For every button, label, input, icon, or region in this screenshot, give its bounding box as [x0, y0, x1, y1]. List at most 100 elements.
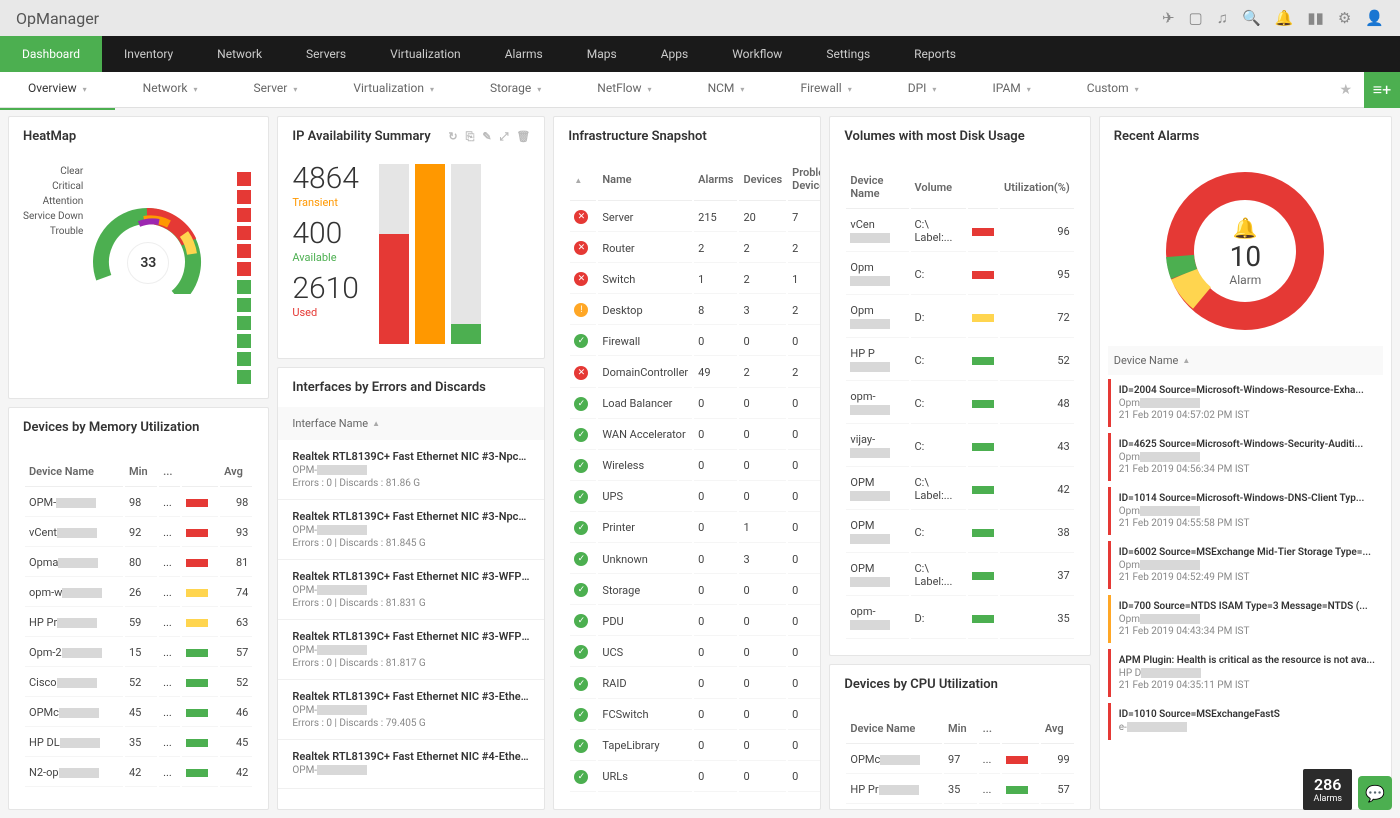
table-row[interactable]: vCenC:\ Label:...96	[846, 211, 1073, 252]
alarm-item[interactable]: ID=4625 Source=Microsoft-Windows-Securit…	[1108, 433, 1383, 481]
nav-tab-maps[interactable]: Maps	[565, 36, 639, 72]
delete-icon[interactable]: 🗑	[516, 130, 530, 144]
table-row[interactable]: ✓FCSwitch000	[570, 701, 821, 730]
subnav-firewall[interactable]: Firewall▾	[772, 70, 879, 110]
table-row[interactable]: OPMc97...99	[846, 746, 1073, 774]
alarm-list-header[interactable]: Device Name▲	[1108, 346, 1383, 375]
user-icon[interactable]: 👤	[1365, 9, 1384, 27]
table-row[interactable]: Cisco52...52	[25, 669, 252, 697]
subnav-netflow[interactable]: NetFlow▾	[569, 70, 679, 110]
nav-tab-virtualization[interactable]: Virtualization	[368, 36, 483, 72]
table-row[interactable]: ✓TapeLibrary000	[570, 732, 821, 761]
subnav-ipam[interactable]: IPAM▾	[964, 70, 1058, 110]
table-row[interactable]: N2-op42...42	[25, 759, 252, 787]
table-row[interactable]: OPM-98...98	[25, 489, 252, 517]
table-row[interactable]: ✕Switch121	[570, 265, 821, 294]
subnav-virtualization[interactable]: Virtualization▾	[325, 70, 462, 110]
subnav-ncm[interactable]: NCM▾	[680, 70, 773, 110]
table-row[interactable]: opm-D:35	[846, 598, 1073, 639]
alarm-item[interactable]: APM Plugin: Health is critical as the re…	[1108, 649, 1383, 697]
table-row[interactable]: ✓Firewall000	[570, 327, 821, 356]
nav-tab-dashboard[interactable]: Dashboard	[0, 36, 102, 72]
interface-item[interactable]: Realtek RTL8139C+ Fast Ethernet NIC #3-W…	[278, 620, 544, 680]
alarm-item[interactable]: ID=700 Source=NTDS ISAM Type=3 Message=N…	[1108, 595, 1383, 643]
table-row[interactable]: ✓Printer010	[570, 514, 821, 543]
alarm-float-counter[interactable]: 286 Alarms	[1303, 769, 1352, 810]
table-row[interactable]: ✓UCS000	[570, 638, 821, 667]
table-row[interactable]: OPMC:\ Label:...42	[846, 469, 1073, 510]
volumes-title: Volumes with most Disk Usage	[844, 129, 1024, 144]
table-row[interactable]: Opma80...81	[25, 549, 252, 577]
interface-item[interactable]: Realtek RTL8139C+ Fast Ethernet NIC #3-E…	[278, 680, 544, 740]
interface-item[interactable]: Realtek RTL8139C+ Fast Ethernet NIC #3-N…	[278, 500, 544, 560]
subnav-overview[interactable]: Overview▾	[0, 70, 115, 110]
subnav-custom[interactable]: Custom▾	[1059, 70, 1167, 110]
alarm-item[interactable]: ID=1014 Source=Microsoft-Windows-DNS-Cli…	[1108, 487, 1383, 535]
gear-icon[interactable]: ⚙	[1338, 9, 1351, 27]
table-row[interactable]: HP PC:52	[846, 340, 1073, 381]
nav-tab-settings[interactable]: Settings	[804, 36, 892, 72]
search-icon[interactable]: 🔍	[1242, 9, 1261, 27]
top-icons: ✈ ▢ ♫ 🔍 🔔 ▮▮ ⚙ 👤	[1162, 9, 1384, 27]
subnav-storage[interactable]: Storage▾	[462, 70, 569, 110]
interfaces-header[interactable]: Interface Name▲	[278, 407, 544, 440]
subnav-dpi[interactable]: DPI▾	[880, 70, 965, 110]
table-row[interactable]: HP Pr35...57	[846, 776, 1073, 804]
favorite-icon[interactable]: ★	[1327, 82, 1364, 98]
nav-tab-servers[interactable]: Servers	[284, 36, 368, 72]
table-row[interactable]: HP Pr59...63	[25, 609, 252, 637]
interface-item[interactable]: Realtek RTL8139C+ Fast Ethernet NIC #4-E…	[278, 740, 544, 789]
table-row[interactable]: opm-w26...74	[25, 579, 252, 607]
table-row[interactable]: ✓Storage000	[570, 576, 821, 605]
table-row[interactable]: vijay-C:43	[846, 426, 1073, 467]
interface-item[interactable]: Realtek RTL8139C+ Fast Ethernet NIC #3-W…	[278, 560, 544, 620]
table-row[interactable]: ✕Server215207	[570, 203, 821, 232]
edit-icon[interactable]: ✎	[482, 130, 491, 144]
nav-tab-workflow[interactable]: Workflow	[710, 36, 804, 72]
table-row[interactable]: OpmC:95	[846, 254, 1073, 295]
nav-tab-reports[interactable]: Reports	[892, 36, 978, 72]
alarm-item[interactable]: ID=2004 Source=Microsoft-Windows-Resourc…	[1108, 379, 1383, 427]
subnav-server[interactable]: Server▾	[226, 70, 326, 110]
alarm-item[interactable]: ID=1010 Source=MSExchangeFastSe-	[1108, 703, 1383, 740]
table-row[interactable]: ✓PDU000	[570, 607, 821, 636]
table-row[interactable]: OPMC:38	[846, 512, 1073, 553]
ip-stats: 4864Transient400Available2610Used	[292, 164, 359, 344]
table-row[interactable]: ✓UPS000	[570, 483, 821, 512]
add-widget-button[interactable]: ≡+	[1364, 72, 1400, 108]
table-row[interactable]: ✕DomainController4922	[570, 358, 821, 387]
table-row[interactable]: ✕Router222	[570, 234, 821, 263]
table-row[interactable]: !Desktop832	[570, 296, 821, 325]
interface-item[interactable]: Realtek RTL8139C+ Fast Ethernet NIC #3-N…	[278, 440, 544, 500]
table-row[interactable]: ✓URLs000	[570, 763, 821, 792]
table-row[interactable]: k16-D11...49	[846, 806, 1073, 810]
alarm-item[interactable]: ID=6002 Source=MSExchange Mid-Tier Stora…	[1108, 541, 1383, 589]
table-row[interactable]: ✓Wireless000	[570, 452, 821, 481]
table-row[interactable]: OPMc45...46	[25, 699, 252, 727]
table-row[interactable]: ✓WAN Accelerator000	[570, 421, 821, 450]
headset-icon[interactable]: ♫	[1217, 9, 1228, 27]
nav-tab-network[interactable]: Network	[195, 36, 284, 72]
table-row[interactable]: HP DL35...45	[25, 729, 252, 757]
table-row[interactable]: OPMC:\ Label:...37	[846, 555, 1073, 596]
interfaces-title: Interfaces by Errors and Discards	[292, 380, 485, 395]
nav-tab-apps[interactable]: Apps	[639, 36, 711, 72]
table-row[interactable]: ✓Load Balancer000	[570, 390, 821, 419]
rocket-icon[interactable]: ✈	[1162, 9, 1175, 27]
table-row[interactable]: ✓Unknown030	[570, 545, 821, 574]
expand-icon[interactable]: ⤢	[500, 130, 509, 144]
nav-tab-alarms[interactable]: Alarms	[483, 36, 565, 72]
nav-tab-inventory[interactable]: Inventory	[102, 36, 195, 72]
subnav-network[interactable]: Network▾	[115, 70, 226, 110]
table-row[interactable]: ✓RAID000	[570, 669, 821, 698]
table-row[interactable]: opm-C:48	[846, 383, 1073, 424]
copy-icon[interactable]: ⎘	[466, 130, 475, 144]
table-row[interactable]: vCent92...93	[25, 519, 252, 547]
bell-icon[interactable]: 🔔	[1275, 9, 1294, 27]
table-row[interactable]: OpmD:72	[846, 297, 1073, 338]
monitor-icon[interactable]: ▢	[1189, 9, 1203, 27]
table-row[interactable]: Opm-215...57	[25, 639, 252, 667]
battery-icon[interactable]: ▮▮	[1307, 9, 1324, 27]
chat-button[interactable]: 💬	[1358, 776, 1392, 810]
refresh-icon[interactable]: ↻	[448, 130, 457, 144]
